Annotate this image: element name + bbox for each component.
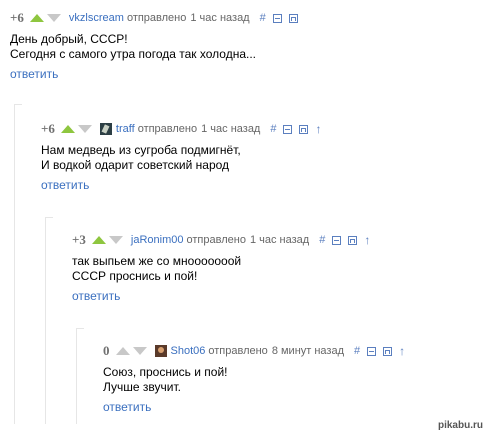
comment: 0 Shot06 отправлено 8 минут назад # ↑ Со… <box>103 343 412 416</box>
downvote-arrow-icon[interactable] <box>77 125 92 133</box>
comment-text-line: День добрый, СССР! <box>10 32 128 46</box>
sent-label: отправлено <box>208 345 268 357</box>
comment-rating: +6 <box>41 121 55 136</box>
comment-time: 1 час назад <box>201 123 261 135</box>
collapse-icon[interactable] <box>283 124 293 134</box>
comment-meta: 0 Shot06 отправлено 8 минут назад # ↑ <box>103 343 412 359</box>
reply-link[interactable]: ответить <box>41 178 89 192</box>
downvote-arrow-icon[interactable] <box>132 347 147 355</box>
reply-link[interactable]: ответить <box>103 400 151 414</box>
comment-meta: +6 vkzlscream отправлено 1 час назад # <box>10 10 305 26</box>
comment: +3 jaRonim00 отправлено 1 час назад # ↑ … <box>72 232 377 305</box>
watermark: pikabu.ru <box>437 420 483 431</box>
downvote-arrow-icon[interactable] <box>46 14 61 22</box>
parent-arrow-icon[interactable]: ↑ <box>364 233 370 247</box>
upvote-arrow-icon[interactable] <box>29 14 44 22</box>
comment-time: 1 час назад <box>249 234 310 246</box>
upvote-arrow-icon[interactable] <box>60 125 75 133</box>
comment-author[interactable]: jaRonim00 <box>131 234 184 246</box>
comment-rating: +6 <box>10 10 24 25</box>
thread-line <box>76 328 84 329</box>
comment-text-line: так выпьем же со мнооооооой <box>72 254 242 268</box>
permalink-icon[interactable]: # <box>260 12 266 24</box>
avatar[interactable] <box>154 345 167 357</box>
thread-line <box>76 328 77 424</box>
comment-text-line: Лучше звучит. <box>103 380 181 394</box>
collapse-icon[interactable] <box>332 235 342 245</box>
upvote-arrow-icon[interactable] <box>91 236 106 244</box>
comment-rating: 0 <box>103 343 110 358</box>
comment-text-line: Союз, проснись и пой! <box>103 365 228 379</box>
comment-time: 8 минут назад <box>271 345 345 357</box>
save-icon[interactable] <box>383 346 393 356</box>
comment-text-line: И водкой одарит советский народ <box>41 158 230 172</box>
save-icon[interactable] <box>299 124 309 134</box>
thread-line <box>45 217 46 424</box>
sent-label: отправлено <box>126 12 187 24</box>
comment-text: Нам медведь из сугроба подмигнёт, И водк… <box>41 143 328 173</box>
downvote-arrow-icon[interactable] <box>108 236 123 244</box>
thread-line <box>45 217 53 218</box>
comment-text-line: Сегодня с самого утра погода так холодна… <box>10 47 257 61</box>
comment-meta: +3 jaRonim00 отправлено 1 час назад # ↑ <box>72 232 377 248</box>
comment-text-line: Нам медведь из сугроба подмигнёт, <box>41 143 241 157</box>
parent-arrow-icon[interactable]: ↑ <box>315 122 321 136</box>
reply-link[interactable]: ответить <box>72 289 120 303</box>
comment-text-line: СССР проснись и пой! <box>72 269 198 283</box>
save-icon[interactable] <box>348 235 358 245</box>
comment: +6 vkzlscream отправлено 1 час назад # Д… <box>10 10 305 83</box>
comment-author[interactable]: Shot06 <box>171 345 206 357</box>
comment-text: День добрый, СССР! Сегодня с самого утра… <box>10 32 305 62</box>
thread-line <box>14 104 15 424</box>
sent-label: отправлено <box>137 123 198 135</box>
permalink-icon[interactable]: # <box>270 123 276 135</box>
save-icon[interactable] <box>288 13 298 23</box>
avatar[interactable] <box>99 123 112 135</box>
permalink-icon[interactable]: # <box>319 234 325 246</box>
comment-author[interactable]: vkzlscream <box>69 12 124 24</box>
reply-link[interactable]: ответить <box>10 67 58 81</box>
thread-line <box>14 104 22 105</box>
comment-time: 1 час назад <box>190 12 250 24</box>
comment-meta: +6 traff отправлено 1 час назад # ↑ <box>41 121 328 137</box>
comment-text: Союз, проснись и пой! Лучше звучит. <box>103 365 412 395</box>
parent-arrow-icon[interactable]: ↑ <box>399 344 405 358</box>
comment-author[interactable]: traff <box>116 123 135 135</box>
comment-text: так выпьем же со мнооооооой СССР проснис… <box>72 254 377 284</box>
sent-label: отправлено <box>186 234 246 246</box>
comment: +6 traff отправлено 1 час назад # ↑ Нам … <box>41 121 328 194</box>
comment-rating: +3 <box>72 232 86 247</box>
collapse-icon[interactable] <box>272 13 282 23</box>
upvote-arrow-icon[interactable] <box>115 347 130 355</box>
permalink-icon[interactable]: # <box>354 345 360 357</box>
collapse-icon[interactable] <box>367 346 377 356</box>
